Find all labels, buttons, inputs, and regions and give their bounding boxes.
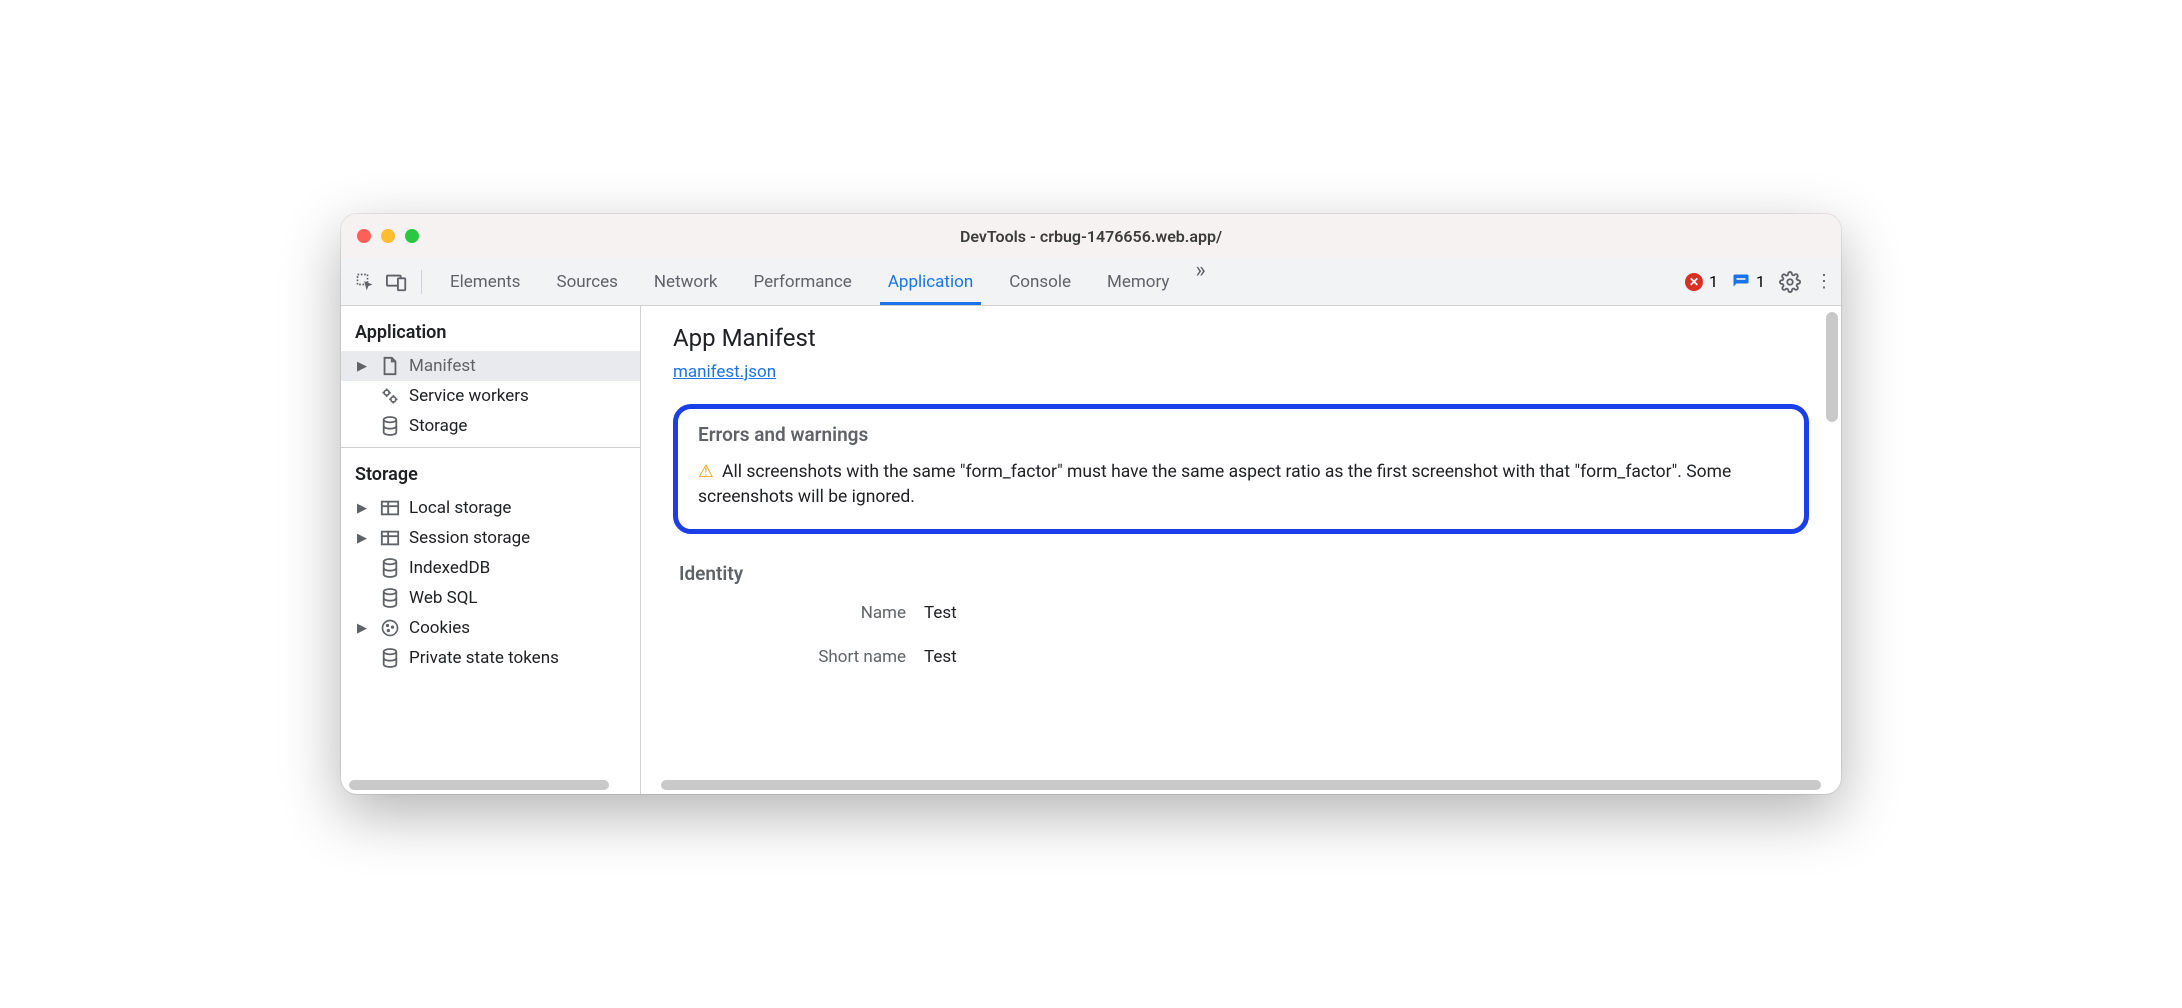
toolbar: Elements Sources Network Performance App… bbox=[341, 258, 1841, 306]
identity-row-name: Name Test bbox=[679, 603, 1809, 623]
identity-heading: Identity bbox=[679, 562, 1809, 585]
expand-icon: ▶ bbox=[357, 359, 371, 374]
cookie-icon bbox=[379, 618, 401, 638]
traffic-lights bbox=[357, 229, 419, 243]
identity-shortname-label: Short name bbox=[679, 647, 924, 667]
main-horizontal-scrollbar[interactable] bbox=[661, 780, 1821, 790]
identity-name-label: Name bbox=[679, 603, 924, 623]
sidebar-item-cookies[interactable]: ▶ Cookies bbox=[341, 613, 640, 643]
sidebar-item-private-state-tokens[interactable]: ▶ Private state tokens bbox=[341, 643, 640, 673]
table-icon bbox=[379, 529, 401, 547]
error-icon: ✕ bbox=[1685, 273, 1703, 291]
errors-count: 1 bbox=[1709, 272, 1718, 291]
panel-tabs: Elements Sources Network Performance App… bbox=[432, 258, 1214, 305]
database-icon bbox=[379, 416, 401, 436]
sidebar-item-service-workers[interactable]: ▶ Service workers bbox=[341, 381, 640, 411]
issue-icon bbox=[1732, 273, 1750, 291]
scrollbar-thumb[interactable] bbox=[1826, 312, 1838, 422]
warning-text: All screenshots with the same "form_fact… bbox=[698, 462, 1731, 507]
warning-message: ⚠ All screenshots with the same "form_fa… bbox=[698, 460, 1784, 511]
warning-icon: ⚠ bbox=[698, 462, 714, 482]
table-icon bbox=[379, 499, 401, 517]
sidebar-item-label: IndexedDB bbox=[409, 558, 490, 578]
sidebar-section-application: Application bbox=[341, 312, 640, 351]
sidebar-item-storage-overview[interactable]: ▶ Storage bbox=[341, 411, 640, 441]
tab-network[interactable]: Network bbox=[636, 258, 736, 305]
sidebar-item-label: Storage bbox=[409, 416, 467, 436]
sidebar-item-label: Service workers bbox=[409, 386, 529, 406]
toolbar-separator bbox=[421, 270, 422, 294]
window-title: DevTools - crbug-1476656.web.app/ bbox=[341, 227, 1841, 246]
sidebar-item-label: Session storage bbox=[409, 528, 530, 548]
sidebar-horizontal-scrollbar[interactable] bbox=[349, 780, 609, 790]
sidebar-item-label: Local storage bbox=[409, 498, 511, 518]
sidebar-item-indexeddb[interactable]: ▶ IndexedDB bbox=[341, 553, 640, 583]
sidebar-item-local-storage[interactable]: ▶ Local storage bbox=[341, 493, 640, 523]
database-icon bbox=[379, 648, 401, 668]
sidebar: Application ▶ Manifest ▶ Service workers… bbox=[341, 306, 641, 794]
sidebar-item-websql[interactable]: ▶ Web SQL bbox=[341, 583, 640, 613]
expand-icon: ▶ bbox=[357, 531, 371, 546]
gears-icon bbox=[379, 386, 401, 406]
issues-count: 1 bbox=[1756, 272, 1765, 291]
expand-icon: ▶ bbox=[357, 501, 371, 516]
file-icon bbox=[379, 356, 401, 376]
errors-warnings-callout: Errors and warnings ⚠ All screenshots wi… bbox=[673, 404, 1809, 534]
tab-performance[interactable]: Performance bbox=[735, 258, 869, 305]
sidebar-item-label: Cookies bbox=[409, 618, 470, 638]
tab-memory[interactable]: Memory bbox=[1089, 258, 1187, 305]
issues-badge[interactable]: 1 bbox=[1732, 272, 1765, 291]
tab-application[interactable]: Application bbox=[870, 258, 991, 305]
main-panel: App Manifest manifest.json Errors and wa… bbox=[641, 306, 1841, 794]
errors-badge[interactable]: ✕ 1 bbox=[1685, 272, 1718, 291]
sidebar-item-session-storage[interactable]: ▶ Session storage bbox=[341, 523, 640, 553]
sidebar-section-storage: Storage bbox=[341, 454, 640, 493]
minimize-window-button[interactable] bbox=[381, 229, 395, 243]
identity-shortname-value: Test bbox=[924, 647, 957, 667]
sidebar-item-label: Web SQL bbox=[409, 588, 478, 608]
content-area: Application ▶ Manifest ▶ Service workers… bbox=[341, 306, 1841, 794]
main-vertical-scrollbar[interactable] bbox=[1823, 306, 1841, 794]
titlebar: DevTools - crbug-1476656.web.app/ bbox=[341, 214, 1841, 258]
tabs-overflow-icon[interactable]: » bbox=[1187, 258, 1213, 305]
page-heading: App Manifest bbox=[673, 324, 1809, 352]
errors-warnings-heading: Errors and warnings bbox=[698, 423, 1784, 446]
maximize-window-button[interactable] bbox=[405, 229, 419, 243]
sidebar-divider bbox=[341, 447, 640, 448]
devtools-window: DevTools - crbug-1476656.web.app/ Elemen… bbox=[341, 214, 1841, 794]
database-icon bbox=[379, 588, 401, 608]
tab-elements[interactable]: Elements bbox=[432, 258, 538, 305]
inspect-element-icon[interactable] bbox=[351, 268, 379, 296]
identity-name-value: Test bbox=[924, 603, 957, 623]
identity-section: Identity Name Test Short name Test bbox=[673, 562, 1809, 667]
settings-icon[interactable] bbox=[1779, 271, 1801, 293]
expand-icon: ▶ bbox=[357, 621, 371, 636]
tab-sources[interactable]: Sources bbox=[538, 258, 635, 305]
sidebar-item-label: Private state tokens bbox=[409, 648, 559, 668]
sidebar-item-label: Manifest bbox=[409, 356, 476, 376]
tab-console[interactable]: Console bbox=[991, 258, 1089, 305]
more-menu-icon[interactable]: ⋮ bbox=[1815, 271, 1831, 292]
device-toolbar-icon[interactable] bbox=[383, 268, 411, 296]
identity-row-shortname: Short name Test bbox=[679, 647, 1809, 667]
close-window-button[interactable] bbox=[357, 229, 371, 243]
sidebar-item-manifest[interactable]: ▶ Manifest bbox=[341, 351, 640, 381]
manifest-link[interactable]: manifest.json bbox=[673, 362, 776, 382]
database-icon bbox=[379, 558, 401, 578]
toolbar-right: ✕ 1 1 ⋮ bbox=[1685, 271, 1831, 293]
